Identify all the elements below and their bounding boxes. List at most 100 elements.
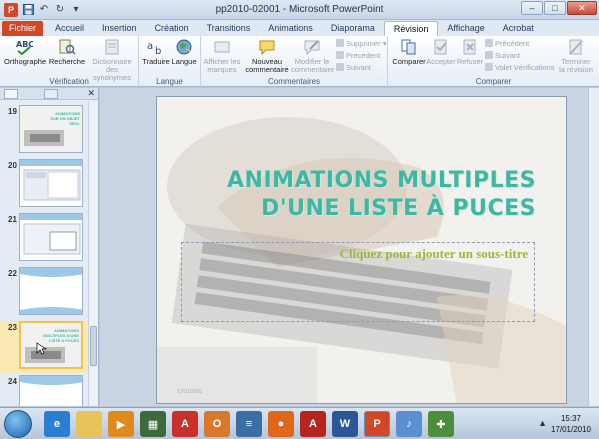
scrollbar-thumb[interactable] — [90, 326, 97, 366]
windows-taskbar: e ▶ ▦ A O ≡ ● A W P ♪ ✚ ▲ 15:37 17/01/20… — [0, 407, 599, 439]
thesaurus-icon — [103, 38, 121, 56]
thumbnail-slide-20[interactable]: 20 — [0, 159, 88, 211]
nouveau-label-2: commentaire — [245, 65, 289, 74]
precedent-commentaire-button[interactable]: Précédent — [336, 51, 380, 60]
tab-creation[interactable]: Création — [146, 21, 198, 36]
outline-tab[interactable] — [44, 89, 58, 99]
terminer-revision-button[interactable]: Terminer la révision — [556, 38, 596, 74]
slide-number: 21 — [8, 215, 17, 224]
ie-icon[interactable]: e — [44, 411, 70, 437]
firefox-icon[interactable]: ● — [268, 411, 294, 437]
group-label-commentaires: Commentaires — [267, 77, 320, 86]
outlook-icon[interactable]: O — [204, 411, 230, 437]
accepter-button[interactable]: Accepter — [426, 38, 456, 66]
suivant-modification-button[interactable]: Suivant — [485, 51, 520, 60]
current-slide[interactable]: ANIMATIONS MULTIPLES D'UNE LISTE À PUCES… — [156, 96, 567, 404]
firefox-glyph: ● — [277, 418, 285, 430]
network-app-icon[interactable]: ✚ — [428, 411, 454, 437]
acrobat-reader-icon[interactable]: A — [300, 411, 326, 437]
langue-label: Langue — [171, 57, 197, 66]
tab-acrobat[interactable]: Acrobat — [494, 21, 543, 36]
group-label-verification: Vérification — [49, 77, 89, 86]
nouveau-commentaire-button[interactable]: Nouveau commentaire — [245, 38, 289, 74]
orthographe-button[interactable]: ABC Orthographe — [4, 38, 46, 66]
comparer-button[interactable]: Comparer — [392, 38, 426, 66]
afficher-label-2: marques — [207, 65, 237, 74]
slide-thumbnail[interactable] — [19, 213, 83, 261]
powerpoint-window: P ↶ ↻ ▾ pp2010-02001 - Microsoft PowerPo… — [0, 0, 599, 439]
modifier-commentaire-button[interactable]: Modifier le commentaire — [291, 38, 334, 74]
traduire-button[interactable]: ab Traduire — [142, 38, 170, 66]
acrobat-icon[interactable]: A — [172, 411, 198, 437]
group-label-comparer: Comparer — [475, 77, 512, 86]
slide-scrollbar[interactable] — [588, 88, 599, 406]
precedent-modification-button[interactable]: Précédent — [485, 39, 529, 48]
slide-thumbnail[interactable] — [19, 375, 83, 406]
new-comment-icon — [258, 38, 276, 56]
close-button[interactable]: ✕ — [567, 1, 597, 15]
compare-icon — [400, 38, 418, 56]
acrobat-reader-glyph: A — [309, 418, 317, 430]
langue-button[interactable]: Langue — [170, 38, 198, 66]
media-player-icon[interactable]: ▶ — [108, 411, 134, 437]
slide-thumbnail[interactable] — [19, 267, 83, 315]
slide-title-line-1: ANIMATIONS MULTIPLES — [227, 168, 536, 193]
slide-thumbnail[interactable] — [19, 159, 83, 207]
itunes-icon[interactable]: ♪ — [396, 411, 422, 437]
tab-revision[interactable]: Révision — [383, 21, 439, 36]
suivant-commentaire-button[interactable]: Suivant — [336, 63, 371, 72]
notepad-icon[interactable]: ≡ — [236, 411, 262, 437]
slides-pane-scrollbar[interactable] — [88, 101, 98, 406]
thumbnail-caption: ANIMATIONS SUR UN OBJET SEUL — [50, 111, 80, 126]
calculator-icon[interactable]: ▦ — [140, 411, 166, 437]
refuser-button[interactable]: Refuser — [456, 38, 484, 66]
tab-accueil[interactable]: Accueil — [46, 21, 93, 36]
group-label-langue: Langue — [156, 77, 183, 86]
research-icon — [58, 38, 76, 56]
tab-affichage[interactable]: Affichage — [438, 21, 493, 36]
accepter-label: Accepter — [426, 57, 456, 66]
window-title: pp2010-02001 - Microsoft PowerPoint — [215, 4, 384, 15]
group-comparer: Comparer Accepter Refuser Précédent Suiv… — [388, 36, 599, 87]
minimize-button[interactable]: – — [521, 1, 543, 15]
outlook-glyph: O — [212, 418, 222, 430]
thumbnail-slide-24[interactable]: 24 — [0, 375, 88, 406]
subtitle-placeholder[interactable]: Cliquez pour ajouter un sous-titre — [181, 242, 535, 322]
supprimer-button[interactable]: Supprimer ▾ — [336, 39, 386, 48]
thumbnail-slide-22[interactable]: 22 — [0, 267, 88, 319]
volet-verifications-button[interactable]: Volet Vérifications — [485, 63, 555, 72]
slide-number: 22 — [8, 269, 17, 278]
afficher-marques-button[interactable]: Afficher les marques — [203, 38, 241, 74]
dictionnaire-synonymes-button[interactable]: Dictionnaire des synonymes — [88, 38, 136, 82]
system-clock[interactable]: 15:37 17/01/2010 — [551, 413, 591, 435]
start-button[interactable] — [4, 410, 32, 438]
slide-editing-area: ANIMATIONS MULTIPLES D'UNE LISTE À PUCES… — [100, 88, 599, 406]
ie-glyph: e — [53, 418, 61, 430]
word-icon[interactable]: W — [332, 411, 358, 437]
powerpoint-taskbar-icon[interactable]: P — [364, 411, 390, 437]
show-markup-icon — [213, 38, 231, 56]
slide-thumbnail[interactable]: ANIMATIONS SUR UN OBJET SEUL — [19, 105, 83, 153]
tab-insertion[interactable]: Insertion — [93, 21, 146, 36]
slide-title[interactable]: ANIMATIONS MULTIPLES D'UNE LISTE À PUCES — [227, 167, 536, 223]
comparer-label: Comparer — [392, 57, 426, 66]
close-pane-icon[interactable]: ✕ — [87, 88, 95, 99]
next-change-icon — [485, 51, 493, 59]
maximize-button[interactable]: □ — [544, 1, 566, 15]
tray-expand-icon[interactable]: ▲ — [538, 418, 547, 428]
window-controls: – □ ✕ — [521, 1, 597, 15]
recherche-button[interactable]: Recherche — [48, 38, 86, 66]
tab-diaporama[interactable]: Diaporama — [322, 21, 384, 36]
tab-animations[interactable]: Animations — [259, 21, 322, 36]
thumbnail-slide-19[interactable]: 19 ANIMATIONS SUR UN OBJET SEUL — [0, 105, 88, 157]
tab-transitions[interactable]: Transitions — [198, 21, 260, 36]
powerpoint-glyph: P — [373, 418, 381, 430]
slide-thumbnail[interactable]: ANIMATIONS MULTIPLES D'UNE LISTE A PUCES — [19, 321, 83, 369]
notepad-glyph: ≡ — [245, 418, 253, 430]
tab-fichier[interactable]: Fichier — [2, 21, 44, 36]
explorer-icon[interactable] — [76, 411, 102, 437]
group-commentaires: Afficher les marques Nouveau commentaire… — [201, 36, 388, 87]
thumbnail-slide-23[interactable]: 23 ANIMATIONS MULTIPLES D'UNE LISTE A PU… — [0, 321, 88, 373]
slides-tab[interactable] — [4, 89, 18, 99]
thumbnail-slide-21[interactable]: 21 — [0, 213, 88, 265]
